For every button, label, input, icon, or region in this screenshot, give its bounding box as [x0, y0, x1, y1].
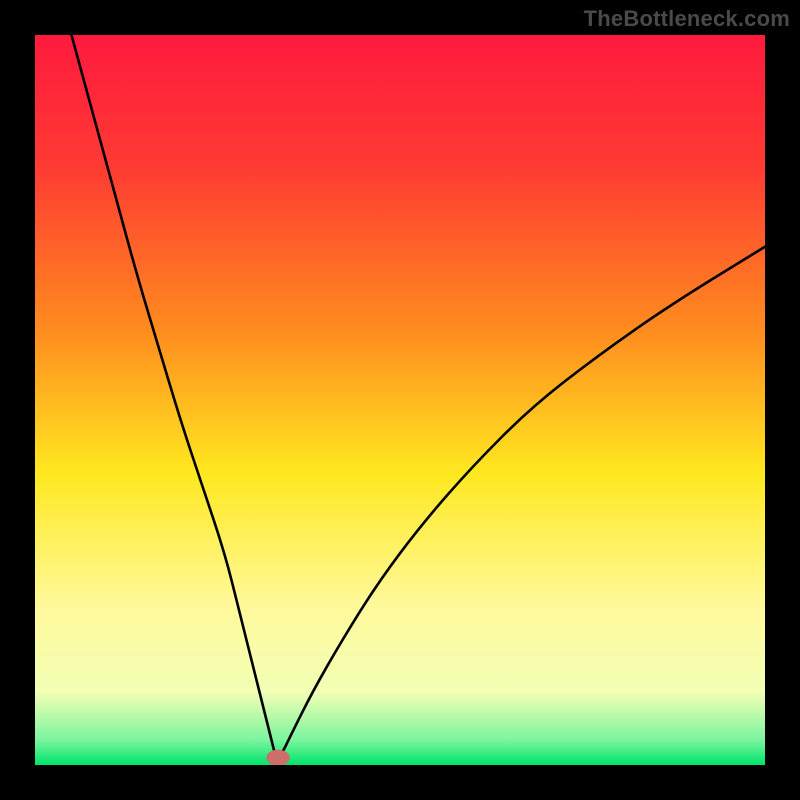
- minimum-marker: [266, 750, 289, 765]
- plot-area: [35, 35, 765, 765]
- chart-svg: [35, 35, 765, 765]
- watermark-text: TheBottleneck.com: [584, 6, 790, 32]
- chart-frame: TheBottleneck.com: [0, 0, 800, 800]
- gradient-background: [35, 35, 765, 765]
